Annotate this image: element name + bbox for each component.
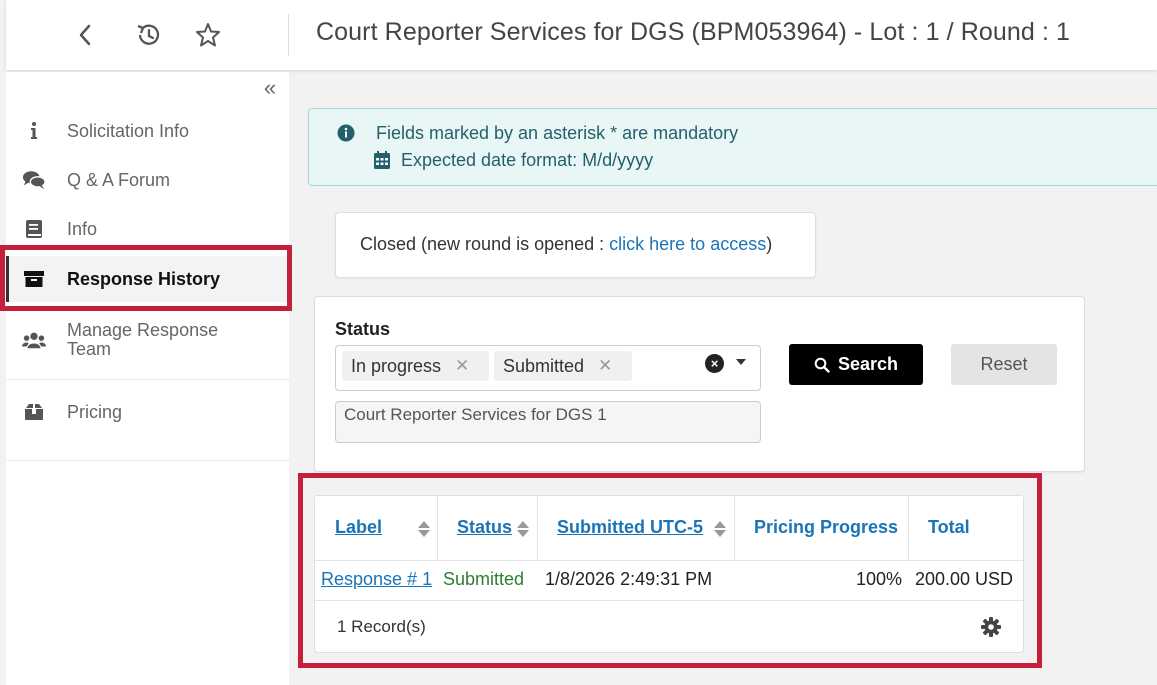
mandatory-text: Fields marked by an asterisk * are manda… <box>376 122 739 143</box>
header-divider <box>288 14 289 56</box>
status-chip-in-progress: In progress ✕ <box>342 351 489 381</box>
header-divider <box>315 560 1023 561</box>
date-format-text: Expected date format: M/d/yyyy <box>401 149 654 170</box>
status-chip-submitted: Submitted ✕ <box>494 351 632 381</box>
column-header-text[interactable]: Status <box>457 517 512 538</box>
sidebar: « Solicitation Info Q & A Forum Info Res… <box>6 72 289 685</box>
sidebar-item-response-history[interactable]: Response History <box>6 256 289 302</box>
chevron-left-icon[interactable] <box>68 18 102 52</box>
status-label: Status <box>335 319 391 339</box>
search-button[interactable]: Search <box>789 344 923 385</box>
calendar-icon <box>373 149 391 171</box>
sidebar-item-label: Response History <box>67 268 221 289</box>
dropdown-caret-icon[interactable] <box>736 359 746 365</box>
pricing-progress-cell: 100% <box>856 569 903 589</box>
closed-prefix: Closed (new round is opened : <box>360 234 610 254</box>
chip-label: Submitted <box>503 355 585 376</box>
comments-icon <box>22 168 46 192</box>
closed-notice: Closed (new round is opened : click here… <box>335 212 816 278</box>
top-header: Court Reporter Services for DGS (BPM0539… <box>6 0 1157 70</box>
filter-panel: Status In progress ✕ Submitted ✕ × Court… <box>314 296 1085 472</box>
record-count: 1 Record(s) <box>337 617 426 636</box>
column-header-status[interactable]: Status <box>438 496 538 560</box>
sidebar-item-qa-forum[interactable]: Q & A Forum <box>6 167 289 193</box>
sidebar-item-solicitation-info[interactable]: Solicitation Info <box>6 118 289 144</box>
search-icon <box>814 357 830 373</box>
label-filter-input[interactable]: Court Reporter Services for DGS 1 <box>335 401 761 443</box>
column-header-text: Total <box>928 517 970 537</box>
info-icon <box>22 119 46 143</box>
sidebar-item-info[interactable]: Info <box>6 216 289 242</box>
sidebar-divider <box>6 460 289 461</box>
sidebar-item-pricing[interactable]: Pricing <box>6 399 289 425</box>
sidebar-item-label: Q & A Forum <box>67 169 171 190</box>
collapse-sidebar-icon[interactable]: « <box>258 77 282 100</box>
row-divider <box>315 600 1023 601</box>
users-icon <box>22 328 46 352</box>
chip-label: In progress <box>351 355 442 376</box>
sort-icon[interactable] <box>714 521 726 537</box>
column-header-label[interactable]: Label <box>315 496 438 560</box>
submitted-cell: 1/8/2026 2:49:31 PM <box>545 569 713 589</box>
info-circle-icon <box>335 122 357 144</box>
gear-icon[interactable] <box>980 616 1002 638</box>
remove-chip-icon[interactable]: ✕ <box>598 356 612 376</box>
total-cell: 200.00 USD <box>915 569 1014 589</box>
sort-icon[interactable] <box>517 521 529 537</box>
new-round-link[interactable]: click here to access <box>609 234 766 254</box>
column-header-total: Total <box>909 496 1023 560</box>
history-icon[interactable] <box>131 18 165 52</box>
book-icon <box>22 217 46 241</box>
sort-icon[interactable] <box>418 521 430 537</box>
status-multiselect[interactable]: In progress ✕ Submitted ✕ × <box>335 345 761 391</box>
archive-icon <box>22 267 46 291</box>
info-banner: Fields marked by an asterisk * are manda… <box>308 108 1157 186</box>
star-icon[interactable] <box>191 18 225 52</box>
status-cell: Submitted <box>443 569 525 589</box>
sidebar-item-label: Info <box>67 218 98 239</box>
remove-chip-icon[interactable]: ✕ <box>455 356 469 376</box>
sidebar-item-label: Pricing <box>67 401 123 422</box>
sidebar-item-label: Manage Response Team <box>67 320 219 359</box>
column-header-text[interactable]: Label <box>335 517 382 538</box>
column-header-submitted[interactable]: Submitted UTC-5 <box>538 496 735 560</box>
clear-all-icon[interactable]: × <box>705 354 724 373</box>
mandatory-note: Fields marked by an asterisk * are manda… <box>335 122 738 144</box>
search-button-label: Search <box>837 354 899 374</box>
box-icon <box>22 400 46 424</box>
column-header-text: Pricing Progress <box>754 517 899 537</box>
response-history-table: Label Status Submitted UTC-5 Pricing Pro… <box>314 495 1024 653</box>
page-title: Court Reporter Services for DGS (BPM0539… <box>316 18 1071 46</box>
response-link[interactable]: Response # 1 <box>321 569 432 590</box>
sidebar-divider <box>6 379 289 380</box>
date-format-note: Expected date format: M/d/yyyy <box>373 149 653 171</box>
closed-suffix: ) <box>766 234 773 254</box>
column-header-text[interactable]: Submitted UTC-5 <box>557 517 703 538</box>
column-header-pricing-progress: Pricing Progress <box>735 496 909 560</box>
sidebar-item-manage-response-team[interactable]: Manage Response Team <box>6 316 289 364</box>
reset-button[interactable]: Reset <box>951 344 1057 385</box>
sidebar-item-label: Solicitation Info <box>67 120 190 141</box>
